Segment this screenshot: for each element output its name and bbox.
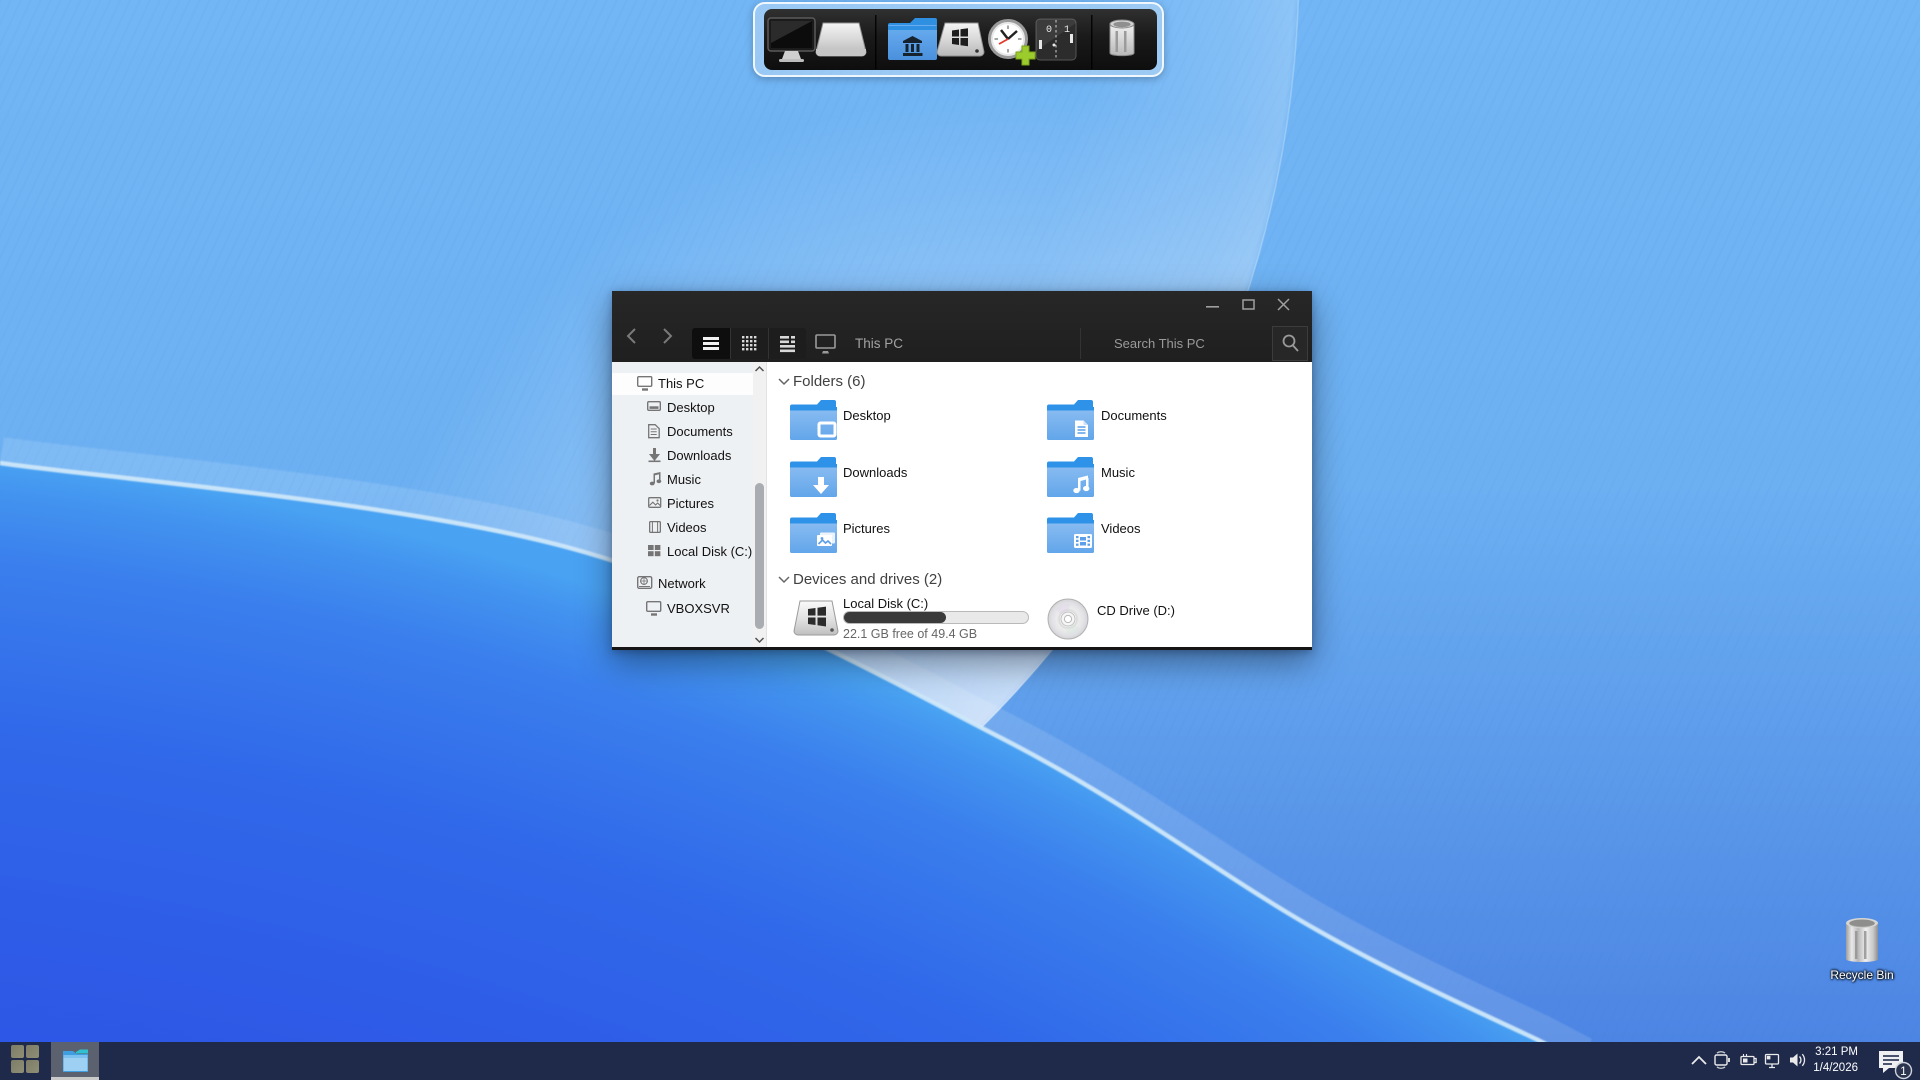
svg-text:0: 0: [1046, 25, 1052, 36]
svg-text:1: 1: [1900, 1066, 1906, 1078]
svg-text:1: 1: [1064, 25, 1070, 36]
